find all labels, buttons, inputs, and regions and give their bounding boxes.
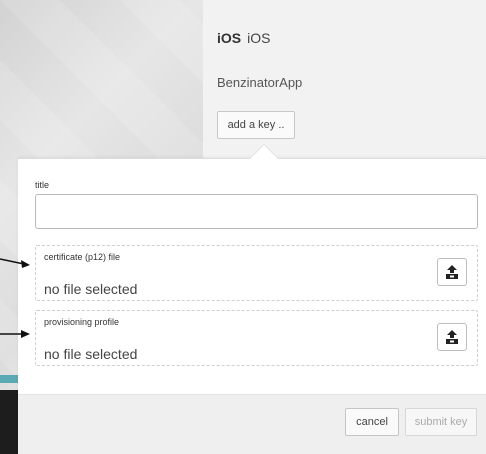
dark-strip <box>0 390 18 454</box>
provisioning-upload-button[interactable] <box>437 323 467 351</box>
accent-strip <box>0 375 18 383</box>
certificate-upload-button[interactable] <box>437 258 467 286</box>
provisioning-status: no file selected <box>44 346 138 362</box>
certificate-label: certificate (p12) file <box>44 252 121 262</box>
submit-key-button[interactable]: submit key <box>405 408 477 436</box>
platform-heading: iOS iOS <box>217 30 270 46</box>
title-input[interactable] <box>35 194 478 229</box>
app-name: BenzinatorApp <box>217 75 303 90</box>
certificate-file-box: certificate (p12) file no file selected <box>35 245 478 301</box>
title-label: title <box>35 180 50 190</box>
upload-icon <box>446 330 458 344</box>
certificate-status: no file selected <box>44 281 138 297</box>
provisioning-file-box: provisioning profile no file selected <box>35 310 478 366</box>
cancel-button[interactable]: cancel <box>345 408 399 436</box>
platform-label: iOS <box>217 30 242 46</box>
upload-icon <box>446 265 458 279</box>
popup-pointer <box>250 145 278 159</box>
annotation-arrow-icon <box>0 258 30 268</box>
add-key-button[interactable]: add a key .. <box>217 111 295 139</box>
platform-sub: iOS <box>247 30 271 46</box>
annotation-arrow-icon <box>0 330 30 338</box>
provisioning-label: provisioning profile <box>44 317 120 327</box>
